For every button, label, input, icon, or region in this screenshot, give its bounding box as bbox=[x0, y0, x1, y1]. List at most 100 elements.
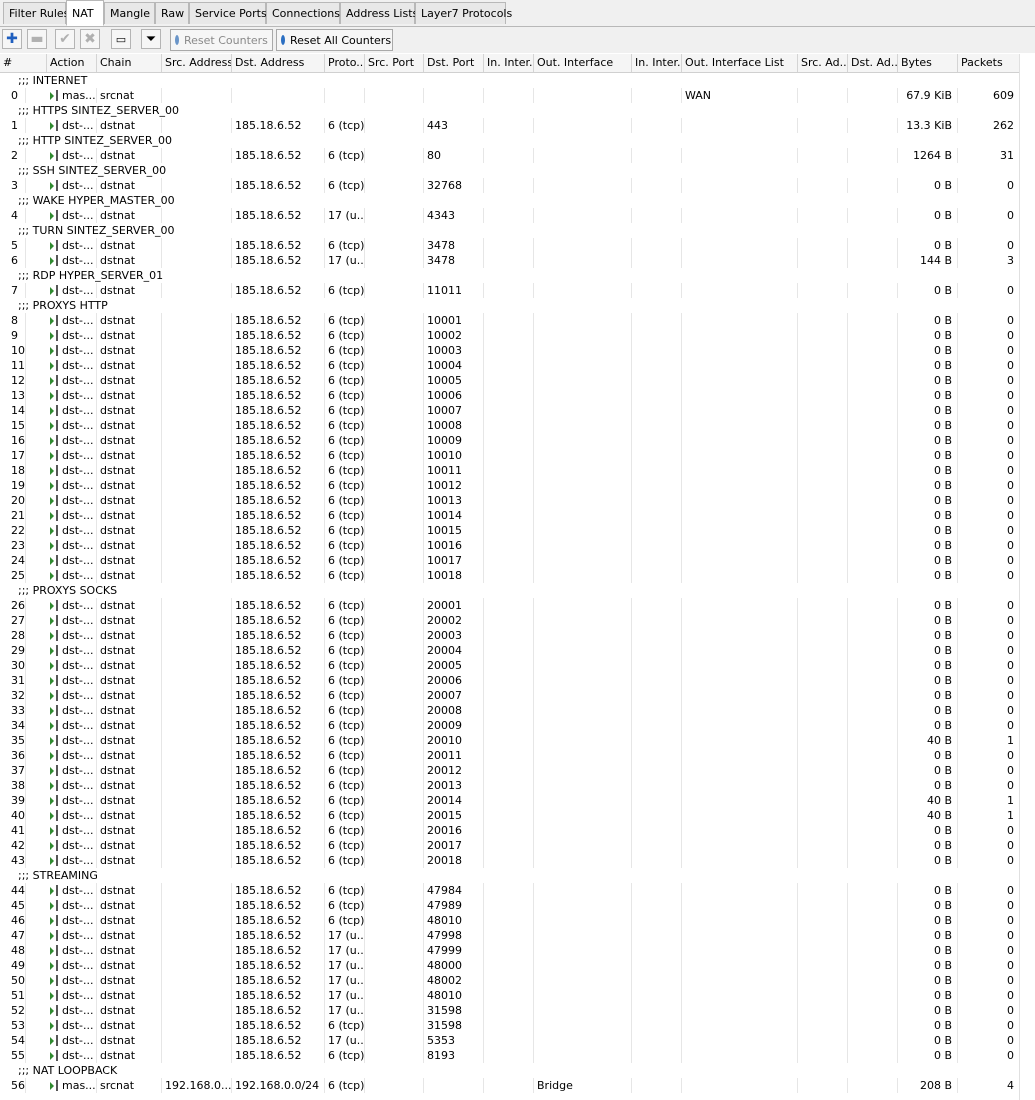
column-header[interactable]: Dst. Address bbox=[232, 54, 325, 72]
column-header[interactable]: Proto... bbox=[325, 54, 365, 72]
column-header[interactable]: Packets bbox=[958, 54, 1020, 72]
table-row[interactable]: 43 dst-... dstnat 185.18.6.52 6 (tcp) 20018 0 … bbox=[0, 853, 1020, 868]
table-row[interactable]: 51 dst-... dstnat 185.18.6.52 17 (u... 48010 0… bbox=[0, 988, 1020, 1003]
table-row[interactable]: 36 dst-... dstnat 185.18.6.52 6 (tcp) 20011 0 … bbox=[0, 748, 1020, 763]
table-row[interactable]: 42 dst-... dstnat 185.18.6.52 6 (tcp) 20017 0 … bbox=[0, 838, 1020, 853]
table-row[interactable]: 21 dst-... dstnat 185.18.6.52 6 (tcp) 10014 0 … bbox=[0, 508, 1020, 523]
table-row[interactable]: 48 dst-... dstnat 185.18.6.52 17 (u... 47999 0… bbox=[0, 943, 1020, 958]
add-button[interactable]: ✚ bbox=[2, 29, 22, 49]
reset-counters-button[interactable]: Reset Counters bbox=[170, 29, 273, 51]
table-row[interactable]: 28 dst-... dstnat 185.18.6.52 6 (tcp) 20003 0 … bbox=[0, 628, 1020, 643]
remove-button[interactable]: ▬ bbox=[27, 29, 47, 49]
table-row[interactable]: 46 dst-... dstnat 185.18.6.52 6 (tcp) 48010 0 … bbox=[0, 913, 1020, 928]
comment-row[interactable]: ;;; HTTP SINTEZ_SERVER_00 bbox=[0, 133, 1020, 148]
table-row[interactable]: 27 dst-... dstnat 185.18.6.52 6 (tcp) 20002 0 … bbox=[0, 613, 1020, 628]
comment-row[interactable]: ;;; TURN SINTEZ_SERVER_00 bbox=[0, 223, 1020, 238]
table-row[interactable]: 9 dst-... dstnat 185.18.6.52 6 (tcp) 10002 0 B… bbox=[0, 328, 1020, 343]
tab-filter-rules[interactable]: Filter Rules bbox=[3, 2, 69, 24]
table-row[interactable]: 18 dst-... dstnat 185.18.6.52 6 (tcp) 10011 0 … bbox=[0, 463, 1020, 478]
table-row[interactable]: 30 dst-... dstnat 185.18.6.52 6 (tcp) 20005 0 … bbox=[0, 658, 1020, 673]
column-header[interactable]: Src. Address bbox=[162, 54, 232, 72]
table-row[interactable]: 26 dst-... dstnat 185.18.6.52 6 (tcp) 20001 0 … bbox=[0, 598, 1020, 613]
table-row[interactable]: 3 dst-... dstnat 185.18.6.52 6 (tcp) 32768 0 B… bbox=[0, 178, 1020, 193]
comment-row[interactable]: ;;; SSH SINTEZ_SERVER_00 bbox=[0, 163, 1020, 178]
table-row[interactable]: 39 dst-... dstnat 185.18.6.52 6 (tcp) 20014 40… bbox=[0, 793, 1020, 808]
comment-row[interactable]: ;;; INTERNET bbox=[0, 73, 1020, 88]
tab-layer7-protocols[interactable]: Layer7 Protocols bbox=[415, 2, 512, 24]
column-header[interactable]: Src. Ad... bbox=[798, 54, 848, 72]
tab-address-lists[interactable]: Address Lists bbox=[340, 2, 418, 24]
table-row[interactable]: 49 dst-... dstnat 185.18.6.52 17 (u... 48000 0… bbox=[0, 958, 1020, 973]
comment-row[interactable]: ;;; NAT LOOPBACK bbox=[0, 1063, 1020, 1078]
column-header[interactable]: # bbox=[0, 54, 47, 72]
table-row[interactable]: 33 dst-... dstnat 185.18.6.52 6 (tcp) 20008 0 … bbox=[0, 703, 1020, 718]
column-header[interactable]: Src. Port bbox=[365, 54, 424, 72]
table-row[interactable]: 14 dst-... dstnat 185.18.6.52 6 (tcp) 10007 0 … bbox=[0, 403, 1020, 418]
column-header[interactable]: Action bbox=[47, 54, 97, 72]
scrollbar[interactable] bbox=[1019, 54, 1035, 1100]
table-row[interactable]: 4 dst-... dstnat 185.18.6.52 17 (u... 4343 0 B… bbox=[0, 208, 1020, 223]
table-row[interactable]: 44 dst-... dstnat 185.18.6.52 6 (tcp) 47984 0 … bbox=[0, 883, 1020, 898]
tab-mangle[interactable]: Mangle bbox=[104, 2, 155, 24]
table-row[interactable]: 35 dst-... dstnat 185.18.6.52 6 (tcp) 20010 40… bbox=[0, 733, 1020, 748]
column-header[interactable]: Out. Interface bbox=[534, 54, 632, 72]
table-row[interactable]: 22 dst-... dstnat 185.18.6.52 6 (tcp) 10015 0 … bbox=[0, 523, 1020, 538]
table-row[interactable]: 15 dst-... dstnat 185.18.6.52 6 (tcp) 10008 0 … bbox=[0, 418, 1020, 433]
comment-button[interactable]: ▭ bbox=[111, 29, 131, 49]
table-row[interactable]: 38 dst-... dstnat 185.18.6.52 6 (tcp) 20013 0 … bbox=[0, 778, 1020, 793]
table-row[interactable]: 20 dst-... dstnat 185.18.6.52 6 (tcp) 10013 0 … bbox=[0, 493, 1020, 508]
column-header[interactable]: In. Inter... bbox=[632, 54, 682, 72]
table-row[interactable]: 1 dst-... dstnat 185.18.6.52 6 (tcp) 443 13.3 … bbox=[0, 118, 1020, 133]
table-row[interactable]: 10 dst-... dstnat 185.18.6.52 6 (tcp) 10003 0 … bbox=[0, 343, 1020, 358]
table-row[interactable]: 16 dst-... dstnat 185.18.6.52 6 (tcp) 10009 0 … bbox=[0, 433, 1020, 448]
table-row[interactable]: 17 dst-... dstnat 185.18.6.52 6 (tcp) 10010 0 … bbox=[0, 448, 1020, 463]
table-row[interactable]: 0 mas... srcnat WAN 67.9 KiB 609 bbox=[0, 88, 1020, 103]
column-header[interactable]: Dst. Ad... bbox=[848, 54, 898, 72]
column-header[interactable]: Dst. Port bbox=[424, 54, 484, 72]
table-row[interactable]: 55 dst-... dstnat 185.18.6.52 6 (tcp) 8193 0 B… bbox=[0, 1048, 1020, 1063]
enable-button[interactable]: ✔ bbox=[55, 29, 75, 49]
table-row[interactable]: 56 mas... srcnat 192.168.0.... 192.168.0.0/2… bbox=[0, 1078, 1020, 1093]
table-row[interactable]: 52 dst-... dstnat 185.18.6.52 17 (u... 31598 0… bbox=[0, 1003, 1020, 1018]
table-row[interactable]: 53 dst-... dstnat 185.18.6.52 6 (tcp) 31598 0 … bbox=[0, 1018, 1020, 1033]
table-row[interactable]: 23 dst-... dstnat 185.18.6.52 6 (tcp) 10016 0 … bbox=[0, 538, 1020, 553]
table-row[interactable]: 47 dst-... dstnat 185.18.6.52 17 (u... 47998 0… bbox=[0, 928, 1020, 943]
table-row[interactable]: 2 dst-... dstnat 185.18.6.52 6 (tcp) 80 1264 B… bbox=[0, 148, 1020, 163]
table-row[interactable]: 6 dst-... dstnat 185.18.6.52 17 (u... 3478 144… bbox=[0, 253, 1020, 268]
table-row[interactable]: 45 dst-... dstnat 185.18.6.52 6 (tcp) 47989 0 … bbox=[0, 898, 1020, 913]
table-row[interactable]: 8 dst-... dstnat 185.18.6.52 6 (tcp) 10001 0 B… bbox=[0, 313, 1020, 328]
comment-row[interactable]: ;;; PROXYS HTTP bbox=[0, 298, 1020, 313]
comment-row[interactable]: ;;; RDP HYPER_SERVER_01 bbox=[0, 268, 1020, 283]
tab-connections[interactable]: Connections bbox=[266, 2, 340, 24]
filter-button[interactable]: ⏷ bbox=[141, 29, 161, 49]
comment-row[interactable]: ;;; WAKE HYPER_MASTER_00 bbox=[0, 193, 1020, 208]
column-header[interactable]: Out. Interface List bbox=[682, 54, 798, 72]
column-header[interactable]: Bytes bbox=[898, 54, 958, 72]
tab-nat[interactable]: NAT bbox=[66, 0, 104, 26]
table-row[interactable]: 7 dst-... dstnat 185.18.6.52 6 (tcp) 11011 0 B… bbox=[0, 283, 1020, 298]
table-row[interactable]: 50 dst-... dstnat 185.18.6.52 17 (u... 48002 0… bbox=[0, 973, 1020, 988]
table-row[interactable]: 5 dst-... dstnat 185.18.6.52 6 (tcp) 3478 0 B0 bbox=[0, 238, 1020, 253]
comment-row[interactable]: ;;; HTTPS SINTEZ_SERVER_00 bbox=[0, 103, 1020, 118]
table-row[interactable]: 32 dst-... dstnat 185.18.6.52 6 (tcp) 20007 0 … bbox=[0, 688, 1020, 703]
table-row[interactable]: 13 dst-... dstnat 185.18.6.52 6 (tcp) 10006 0 … bbox=[0, 388, 1020, 403]
tab-service-ports[interactable]: Service Ports bbox=[189, 2, 267, 24]
comment-row[interactable]: ;;; PROXYS SOCKS bbox=[0, 583, 1020, 598]
table-row[interactable]: 19 dst-... dstnat 185.18.6.52 6 (tcp) 10012 0 … bbox=[0, 478, 1020, 493]
column-header[interactable]: Chain bbox=[97, 54, 162, 72]
column-header[interactable]: In. Inter... bbox=[484, 54, 534, 72]
table-row[interactable]: 31 dst-... dstnat 185.18.6.52 6 (tcp) 20006 0 … bbox=[0, 673, 1020, 688]
table-row[interactable]: 25 dst-... dstnat 185.18.6.52 6 (tcp) 10018 0 … bbox=[0, 568, 1020, 583]
comment-row[interactable]: ;;; STREAMING bbox=[0, 868, 1020, 883]
table-row[interactable]: 24 dst-... dstnat 185.18.6.52 6 (tcp) 10017 0 … bbox=[0, 553, 1020, 568]
table-row[interactable]: 29 dst-... dstnat 185.18.6.52 6 (tcp) 20004 0 … bbox=[0, 643, 1020, 658]
table-row[interactable]: 41 dst-... dstnat 185.18.6.52 6 (tcp) 20016 0 … bbox=[0, 823, 1020, 838]
tab-raw[interactable]: Raw bbox=[155, 2, 189, 24]
table-row[interactable]: 11 dst-... dstnat 185.18.6.52 6 (tcp) 10004 0 … bbox=[0, 358, 1020, 373]
table-row[interactable]: 54 dst-... dstnat 185.18.6.52 17 (u... 5353 0 … bbox=[0, 1033, 1020, 1048]
table-row[interactable]: 34 dst-... dstnat 185.18.6.52 6 (tcp) 20009 0 … bbox=[0, 718, 1020, 733]
reset-all-counters-button[interactable]: Reset All Counters bbox=[276, 29, 393, 51]
disable-button[interactable]: ✖ bbox=[80, 29, 100, 49]
table-row[interactable]: 40 dst-... dstnat 185.18.6.52 6 (tcp) 20015 40… bbox=[0, 808, 1020, 823]
table-row[interactable]: 12 dst-... dstnat 185.18.6.52 6 (tcp) 10005 0 … bbox=[0, 373, 1020, 388]
